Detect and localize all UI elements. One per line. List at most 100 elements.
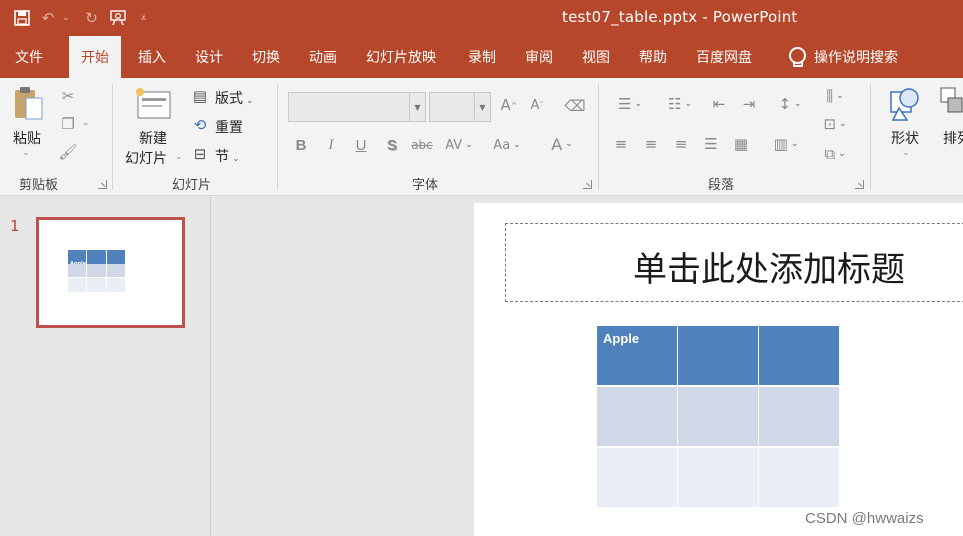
lightbulb-icon	[788, 47, 806, 67]
slide-number: 1	[10, 217, 20, 235]
table-cell[interactable]	[678, 448, 759, 508]
slide-thumbnail[interactable]: Apple	[36, 217, 185, 328]
new-slide-label-2[interactable]: 幻灯片	[125, 148, 167, 168]
tab-insert[interactable]: 插入	[138, 36, 166, 78]
section-button[interactable]: 节 ⌄	[215, 146, 240, 166]
slide-table[interactable]: Apple	[597, 326, 841, 509]
tab-baidu-netdisk[interactable]: 百度网盘	[696, 36, 752, 78]
paste-icon[interactable]	[12, 86, 44, 122]
group-clipboard-label: 剪贴板	[19, 178, 59, 193]
shrink-font-icon[interactable]: Aˇ	[528, 96, 546, 114]
table-cell[interactable]	[759, 448, 840, 508]
increase-indent-icon[interactable]: ⇥	[738, 94, 760, 114]
clear-formatting-icon[interactable]: ⌫	[564, 96, 585, 116]
table-cell[interactable]: Apple	[597, 326, 678, 386]
tab-file[interactable]: 文件	[15, 36, 43, 78]
change-case-button[interactable]: Aa ⌄	[490, 136, 524, 154]
clipboard-launcher-icon[interactable]	[98, 180, 107, 189]
shadow-button[interactable]: S	[383, 136, 401, 154]
text-direction-icon[interactable]: ⫼ ⌄	[815, 86, 855, 106]
title-placeholder[interactable]: 单击此处添加标题	[505, 223, 963, 302]
distributed-icon[interactable]: ▦	[730, 134, 752, 154]
copy-dropdown-icon[interactable]: ⌄	[82, 118, 90, 128]
shapes-button[interactable]: 形状	[891, 128, 919, 148]
arrange-button[interactable]: 排列	[943, 128, 963, 148]
numbering-icon[interactable]: ☷ ⌄	[660, 94, 700, 114]
underline-button[interactable]: U	[352, 136, 370, 154]
layout-button[interactable]: 版式 ⌄	[215, 88, 254, 108]
slide-thumbnail-pane: 1 Apple	[0, 197, 211, 536]
new-slide-icon[interactable]	[134, 86, 174, 122]
table-row	[597, 387, 841, 448]
tab-help[interactable]: 帮助	[639, 36, 667, 78]
italic-button[interactable]: I	[322, 136, 340, 154]
tab-slideshow[interactable]: 幻灯片放映	[366, 36, 436, 78]
font-size-combobox[interactable]: ▼	[429, 92, 491, 122]
reset-button[interactable]: 重置	[215, 117, 243, 137]
new-slide-dropdown-icon[interactable]: ⌄	[175, 152, 183, 162]
align-text-icon[interactable]: ⊡ ⌄	[815, 114, 855, 134]
font-launcher-icon[interactable]	[583, 180, 592, 189]
tab-view[interactable]: 视图	[582, 36, 610, 78]
copy-icon[interactable]: ❐	[58, 114, 78, 134]
reset-icon[interactable]: ⟲	[190, 115, 210, 135]
align-right-icon[interactable]: ≡	[670, 134, 692, 154]
save-icon[interactable]	[10, 6, 34, 30]
tab-animations[interactable]: 动画	[309, 36, 337, 78]
tab-design[interactable]: 设计	[195, 36, 223, 78]
cut-icon[interactable]: ✂	[58, 86, 78, 106]
layout-dropdown-icon: ⌄	[246, 96, 254, 106]
undo-dropdown-icon[interactable]: ⌄	[62, 13, 70, 23]
tab-transitions[interactable]: 切换	[252, 36, 280, 78]
character-spacing-button[interactable]: AV ⌄	[442, 136, 476, 154]
columns-icon[interactable]: ▥ ⌄	[766, 134, 806, 154]
title-placeholder-text: 单击此处添加标题	[633, 250, 905, 290]
table-cell[interactable]	[678, 387, 759, 447]
shapes-dropdown-icon[interactable]: ⌄	[902, 148, 910, 158]
table-cell[interactable]	[759, 387, 840, 447]
arrange-icon[interactable]	[940, 86, 963, 122]
shapes-icon[interactable]	[885, 86, 925, 122]
paragraph-launcher-icon[interactable]	[855, 180, 864, 189]
table-cell[interactable]	[597, 387, 678, 447]
strikethrough-button[interactable]: abc	[410, 136, 434, 154]
table-row	[597, 448, 841, 509]
present-from-start-icon[interactable]	[106, 6, 130, 30]
table-cell[interactable]	[597, 448, 678, 508]
align-center-icon[interactable]: ≡	[640, 134, 662, 154]
table-cell[interactable]	[759, 326, 840, 386]
paste-button[interactable]: 粘贴	[13, 128, 41, 148]
justify-icon[interactable]: ☰	[700, 134, 722, 154]
line-spacing-icon[interactable]: ↕ ⌄	[770, 94, 810, 114]
bold-button[interactable]: B	[292, 136, 310, 154]
font-name-combobox[interactable]: ▼	[288, 92, 426, 122]
group-separator	[112, 84, 113, 190]
section-icon[interactable]: ⊟	[190, 144, 210, 164]
decrease-indent-icon[interactable]: ⇤	[708, 94, 730, 114]
slide-editing-canvas: 单击此处添加标题 Apple	[212, 197, 963, 536]
undo-icon[interactable]: ↶	[36, 6, 60, 30]
table-cell[interactable]	[678, 326, 759, 386]
slide[interactable]: 单击此处添加标题 Apple	[474, 203, 963, 536]
section-dropdown-icon: ⌄	[232, 154, 240, 164]
tab-home[interactable]: 开始	[69, 36, 121, 78]
grow-font-icon[interactable]: A ^	[500, 96, 518, 114]
tell-me-label: 操作说明搜索	[814, 50, 898, 66]
smartart-icon[interactable]: ⧉ ⌄	[815, 144, 855, 164]
font-color-button[interactable]: A ⌄	[545, 134, 579, 154]
tab-record[interactable]: 录制	[468, 36, 496, 78]
bullets-icon[interactable]: ☰ ⌄	[610, 94, 650, 114]
layout-icon[interactable]: ▤	[190, 86, 210, 106]
paste-dropdown-icon[interactable]: ⌄	[22, 148, 30, 158]
tab-review[interactable]: 审阅	[525, 36, 553, 78]
redo-icon[interactable]: ↻	[80, 6, 104, 30]
align-left-icon[interactable]: ≡	[610, 134, 632, 154]
group-paragraph-label: 段落	[708, 178, 735, 193]
format-painter-icon[interactable]: 🖌	[58, 142, 78, 162]
watermark: CSDN @hwwaizs	[805, 510, 924, 527]
title-bar: ↶ ⌄ ↻ ⩡ test07_table.pptx - PowerPoint	[0, 0, 963, 36]
new-slide-label[interactable]: 新建	[139, 128, 167, 148]
customize-qat-icon[interactable]: ⩡	[132, 6, 156, 30]
group-separator	[598, 84, 599, 190]
tell-me-search[interactable]: 操作说明搜索	[788, 36, 898, 78]
